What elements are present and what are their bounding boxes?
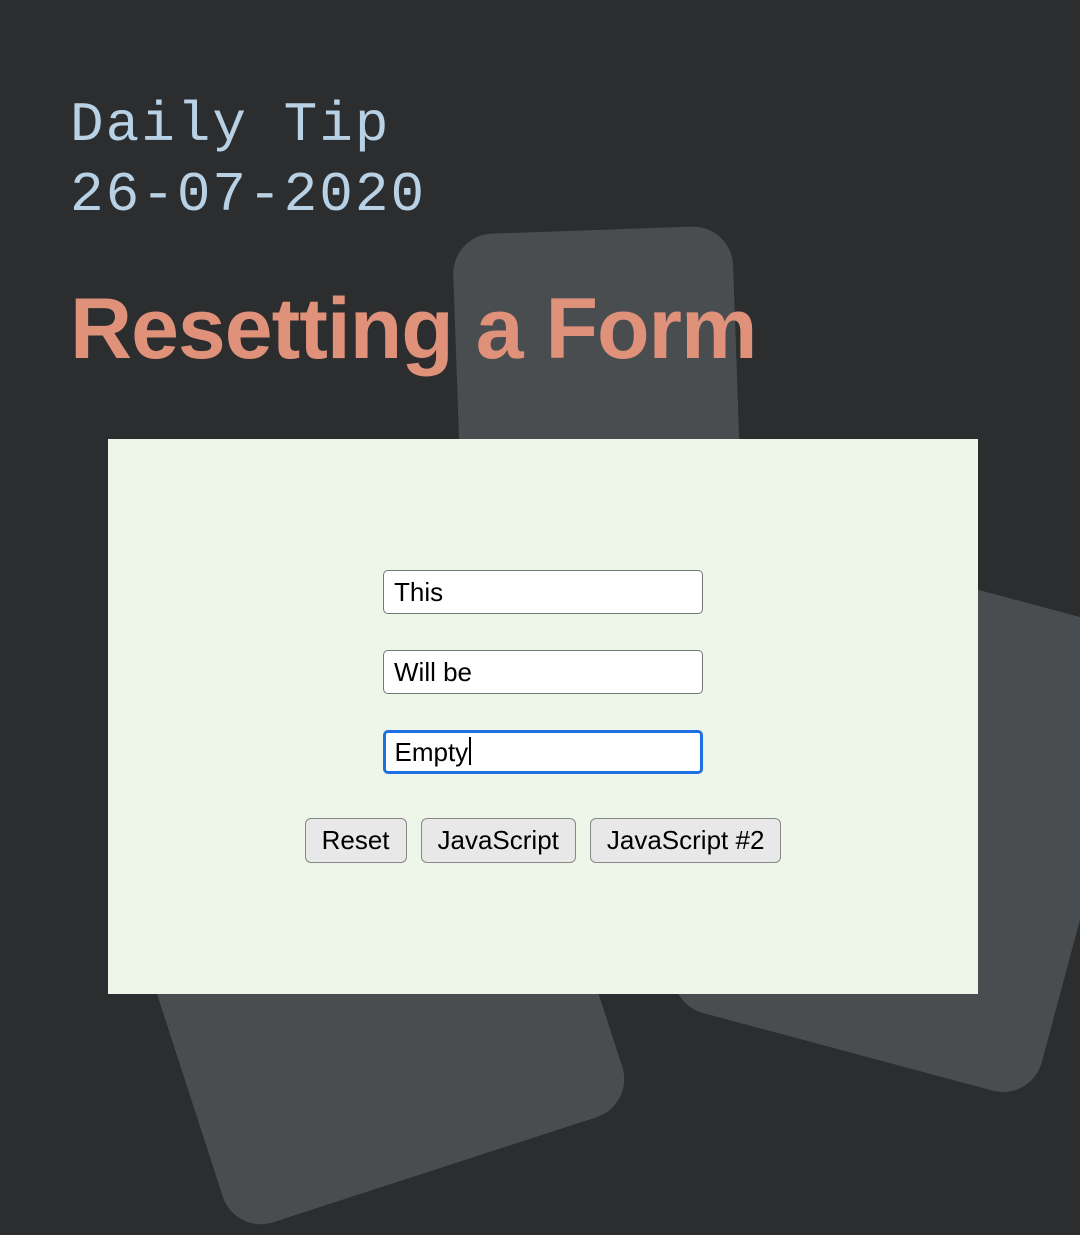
text-input-3[interactable]: Empty bbox=[383, 730, 703, 774]
input-value-1: This bbox=[394, 577, 443, 608]
content-container: Daily Tip 26-07-2020 Resetting a Form Th… bbox=[0, 0, 1080, 994]
text-input-2[interactable]: Will be bbox=[383, 650, 703, 694]
javascript-button[interactable]: JavaScript bbox=[421, 818, 576, 863]
header-block: Daily Tip 26-07-2020 bbox=[70, 90, 1010, 230]
text-caret bbox=[469, 737, 471, 765]
input-value-3: Empty bbox=[395, 737, 469, 768]
reset-button[interactable]: Reset bbox=[305, 818, 407, 863]
page-title: Resetting a Form bbox=[70, 280, 1010, 379]
header-label: Daily Tip bbox=[70, 90, 1010, 160]
header-date: 26-07-2020 bbox=[70, 160, 1010, 230]
input-value-2: Will be bbox=[394, 657, 472, 688]
text-input-1[interactable]: This bbox=[383, 570, 703, 614]
form-panel: This Will be Empty Reset JavaScript Java… bbox=[108, 439, 978, 994]
javascript-2-button[interactable]: JavaScript #2 bbox=[590, 818, 782, 863]
button-row: Reset JavaScript JavaScript #2 bbox=[305, 818, 782, 863]
